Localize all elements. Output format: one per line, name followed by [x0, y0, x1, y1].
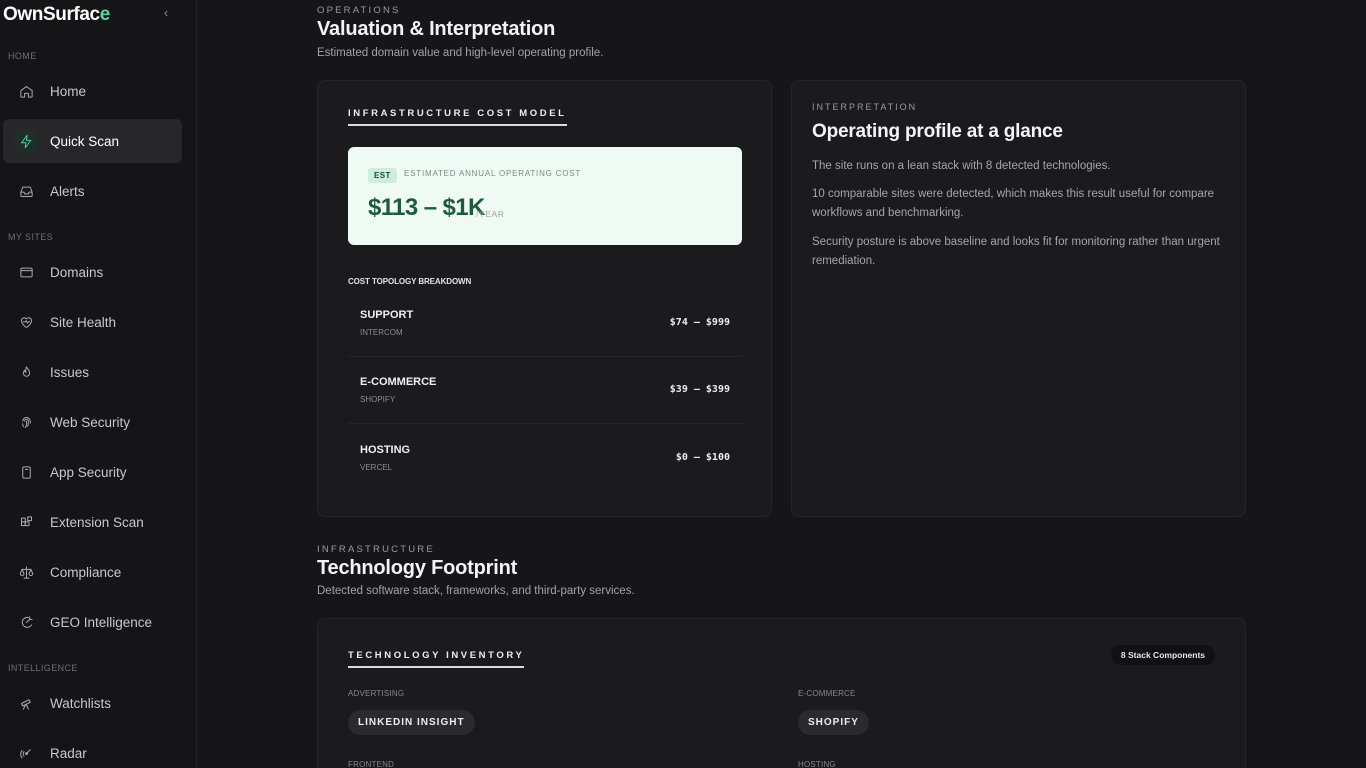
- telescope-icon: [14, 691, 38, 715]
- category-label-ecommerce: E-COMMERCE: [798, 689, 856, 698]
- inbox-icon: [14, 179, 38, 203]
- sidebar-item-quick-scan[interactable]: Quick Scan: [3, 119, 182, 163]
- sidebar-item-alerts[interactable]: Alerts: [3, 169, 182, 213]
- sidebar-item-web-security[interactable]: Web Security: [3, 400, 182, 444]
- sidebar-item-extension-scan[interactable]: Extension Scan: [3, 500, 182, 544]
- technology-inventory-card: TECHNOLOGY INVENTORY 8 Stack Components …: [317, 618, 1246, 768]
- interpretation-eyebrow: INTERPRETATION: [812, 102, 918, 112]
- sidebar-item-home[interactable]: Home: [3, 69, 182, 113]
- home-icon: [14, 79, 38, 103]
- scale-icon: [14, 560, 38, 584]
- category-label-advertising: ADVERTISING: [348, 689, 405, 698]
- cost-category: SUPPORT: [360, 309, 414, 321]
- cost-range: $39 — $399: [669, 384, 730, 395]
- fingerprint-icon: [14, 410, 38, 434]
- sidebar: OwnSurface ‹ HOME Home Quick Scan Alerts…: [0, 0, 197, 768]
- estimate-value: $113 – $1K: [368, 194, 485, 221]
- heart-pulse-icon: [14, 310, 38, 334]
- interpretation-title: Operating profile at a glance: [812, 121, 1063, 142]
- section-subtitle-footprint: Detected software stack, frameworks, and…: [317, 585, 635, 597]
- section-title-footprint: Technology Footprint: [317, 557, 518, 579]
- flame-icon: [14, 360, 38, 384]
- interpretation-paragraph: The site runs on a lean stack with 8 det…: [812, 160, 1111, 172]
- cost-range: $0 — $100: [675, 452, 730, 463]
- section-subtitle-valuation: Estimated domain value and high-level op…: [317, 47, 604, 59]
- cost-vendor: VERCEL: [360, 463, 393, 472]
- sidebar-item-issues[interactable]: Issues: [3, 350, 182, 394]
- cost-vendor: SHOPIFY: [360, 395, 396, 404]
- browser-icon: [14, 260, 38, 284]
- sidebar-item-label: Web Security: [50, 414, 131, 430]
- cost-category: E-COMMERCE: [360, 376, 437, 388]
- sidebar-item-watchlists[interactable]: Watchlists: [3, 681, 182, 725]
- sidebar-item-app-security[interactable]: App Security: [3, 450, 182, 494]
- bolt-icon: [14, 129, 38, 153]
- category-label-hosting: HOSTING: [798, 760, 836, 768]
- sidebar-item-label: Radar: [50, 745, 87, 761]
- blocks-icon: [14, 510, 38, 534]
- estimate-panel: EST ESTIMATED ANNUAL OPERATING COST $113…: [348, 147, 742, 245]
- inventory-title: TECHNOLOGY INVENTORY: [348, 650, 525, 668]
- nav-section-home: HOME: [8, 51, 37, 61]
- sidebar-item-label: App Security: [50, 464, 127, 480]
- cost-model-title: INFRASTRUCTURE COST MODEL: [348, 108, 567, 126]
- tech-pill-linkedin-insight[interactable]: LINKEDIN INSIGHT: [348, 710, 475, 735]
- device-icon: [14, 460, 38, 484]
- sidebar-item-radar[interactable]: Radar: [3, 731, 182, 768]
- estimate-unit: /YEAR: [476, 209, 505, 219]
- geo-icon: [14, 610, 38, 634]
- sidebar-item-label: Compliance: [50, 564, 122, 580]
- nav-section-intelligence: INTELLIGENCE: [8, 663, 78, 673]
- stack-count-badge: 8 Stack Components: [1110, 645, 1215, 665]
- sidebar-item-compliance[interactable]: Compliance: [3, 550, 182, 594]
- interpretation-paragraph: Security posture is above baseline and l…: [812, 236, 1220, 267]
- infrastructure-cost-card: INFRASTRUCTURE COST MODEL EST ESTIMATED …: [317, 80, 772, 517]
- category-label-frontend: FRONTEND: [348, 760, 395, 768]
- app-logo[interactable]: OwnSurface: [3, 4, 110, 26]
- sidebar-item-label: Home: [50, 83, 87, 99]
- sidebar-item-label: Watchlists: [50, 695, 112, 711]
- collapse-sidebar-icon[interactable]: ‹: [160, 6, 172, 20]
- logo-text: OwnSurfac: [3, 4, 100, 25]
- interpretation-card: INTERPRETATION Operating profile at a gl…: [791, 80, 1246, 517]
- tech-pill-shopify[interactable]: SHOPIFY: [798, 710, 869, 735]
- sidebar-item-domains[interactable]: Domains: [3, 250, 182, 294]
- section-eyebrow-infrastructure: INFRASTRUCTURE: [317, 544, 435, 555]
- breakdown-title: COST TOPOLOGY BREAKDOWN: [348, 277, 472, 286]
- sidebar-item-site-health[interactable]: Site Health: [3, 300, 182, 344]
- sidebar-item-label: GEO Intelligence: [50, 614, 153, 630]
- sidebar-item-label: Issues: [50, 364, 90, 380]
- sidebar-item-label: Alerts: [50, 183, 85, 199]
- cost-row: HOSTING VERCEL $0 — $100: [348, 432, 742, 492]
- sidebar-item-label: Quick Scan: [50, 133, 120, 149]
- sidebar-item-label: Site Health: [50, 314, 117, 330]
- cost-row: E-COMMERCE SHOPIFY $39 — $399: [348, 364, 742, 424]
- sidebar-item-label: Extension Scan: [50, 514, 144, 530]
- sidebar-item-label: Domains: [50, 264, 104, 280]
- interpretation-paragraph: 10 comparable sites were detected, which…: [812, 188, 1215, 219]
- section-eyebrow-operations: OPERATIONS: [317, 5, 401, 16]
- logo-accent-text: e: [99, 4, 111, 25]
- radar-icon: [14, 741, 38, 765]
- cost-range: $74 — $999: [669, 317, 730, 328]
- cost-row: SUPPORT INTERCOM $74 — $999: [348, 297, 742, 357]
- sidebar-item-geo-intelligence[interactable]: GEO Intelligence: [3, 600, 182, 644]
- cost-category: HOSTING: [360, 444, 411, 456]
- estimate-label: ESTIMATED ANNUAL OPERATING COST: [404, 169, 582, 178]
- cost-vendor: INTERCOM: [360, 328, 403, 337]
- section-title-valuation: Valuation & Interpretation: [317, 18, 556, 40]
- nav-section-my-sites: MY SITES: [8, 232, 54, 242]
- estimate-badge: EST: [368, 168, 397, 183]
